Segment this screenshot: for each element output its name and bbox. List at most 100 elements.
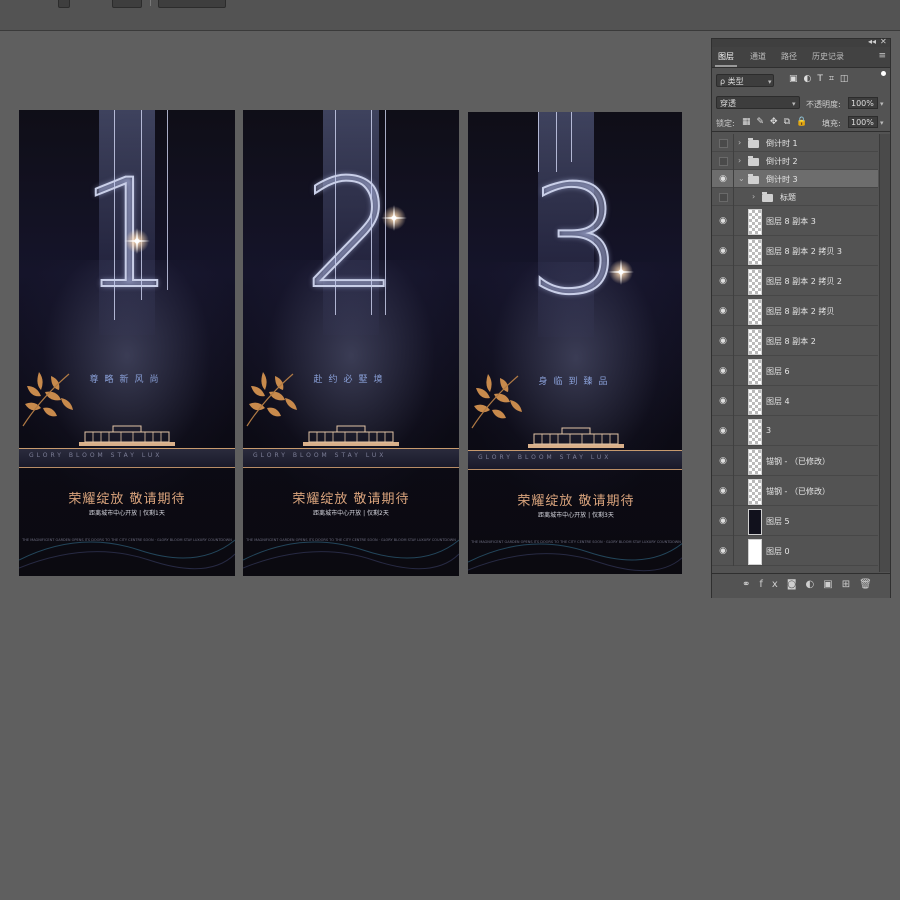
eye-icon[interactable]: ◉ [718, 546, 728, 556]
layer-thumbnail [748, 299, 762, 325]
layer-row[interactable]: ◉ 图层 0 [712, 536, 878, 566]
divider [733, 134, 734, 152]
layer-thumbnail [748, 539, 762, 565]
divider [733, 266, 734, 296]
layer-list: › 倒计时 1 › 倒计时 2 ◉ ⌄ 倒计时 3 › 标题 ◉ 图层 8 副本 3 ◉ 图层 8 副本… [712, 134, 878, 572]
folder-icon [748, 174, 759, 184]
tab-paths[interactable]: 路径 [781, 51, 797, 62]
sparkle [381, 205, 407, 231]
chevron-down-icon: ▾ [768, 78, 772, 86]
layer-group-row[interactable]: › 倒计时 1 [712, 134, 878, 152]
lock-icons[interactable]: ▦✎✥⧉🔒 [742, 117, 813, 127]
layer-name: 图层 8 副本 2 拷贝 3 [766, 247, 842, 256]
eye-icon[interactable]: ◉ [718, 276, 728, 286]
layer-row[interactable]: ◉ 图层 8 副本 2 拷贝 2 [712, 266, 878, 296]
tab-history[interactable]: 历史记录 [812, 51, 844, 62]
eye-icon[interactable]: ◉ [718, 366, 728, 376]
chevron-right-icon[interactable]: › [738, 156, 741, 165]
options-control[interactable] [58, 0, 70, 8]
eye-icon[interactable]: ◉ [718, 456, 728, 466]
layer-list-scrollbar[interactable] [879, 134, 890, 572]
layer-row[interactable]: ◉ 锚钢 - （已修改） [712, 476, 878, 506]
panel-footer: ⚭fx◙◐▣⊞🗑 [712, 573, 890, 598]
eye-icon[interactable]: ◉ [718, 246, 728, 256]
collapse-icon[interactable]: ◂◂ [868, 37, 876, 46]
poster-band: GLORY BLOOM STAY LUX [468, 450, 682, 470]
blend-mode-select[interactable]: 穿透 [716, 96, 800, 109]
opacity-input[interactable]: 100% [848, 97, 878, 109]
layer-row[interactable]: ◉ 图层 8 副本 2 拷贝 [712, 296, 878, 326]
visibility-toggle[interactable] [719, 139, 728, 148]
layer-row[interactable]: ◉ 图层 6 [712, 356, 878, 386]
active-tab-indicator [715, 65, 737, 67]
visibility-toggle[interactable] [719, 157, 728, 166]
filter-icons[interactable]: ▣◐T⌗◫ [789, 74, 854, 84]
layer-thumbnail [748, 419, 762, 445]
layer-thumbnail [748, 239, 762, 265]
layer-row[interactable]: ◉ 图层 8 副本 2 拷贝 3 [712, 236, 878, 266]
layer-name: 图层 0 [766, 547, 790, 556]
layer-row[interactable]: ◉ 图层 8 副本 2 [712, 326, 878, 356]
layer-name: 图层 8 副本 3 [766, 217, 816, 226]
folder-icon [762, 192, 773, 202]
close-icon[interactable]: ✕ [880, 37, 887, 46]
layer-name: 图层 8 副本 2 拷贝 2 [766, 277, 842, 286]
layer-row[interactable]: ◉ 图层 5 [712, 506, 878, 536]
layer-row[interactable]: ◉ 图层 8 副本 3 [712, 206, 878, 236]
layer-row[interactable]: ◉ 图层 4 [712, 386, 878, 416]
divider [733, 416, 734, 446]
sparkle [124, 228, 150, 254]
poster-subline: 距离城市中心开放 | 仅剩3天 [538, 512, 614, 519]
poster-headline: 荣耀绽放 敬请期待 [517, 494, 635, 509]
options-dropdown[interactable] [158, 0, 226, 8]
eye-icon[interactable]: ◉ [718, 216, 728, 226]
chevron-down-icon[interactable]: ▾ [880, 100, 884, 108]
poster-headline: 荣耀绽放 敬请期待 [68, 492, 186, 507]
eye-icon[interactable]: ◉ [718, 306, 728, 316]
fill-input[interactable]: 100% [848, 116, 878, 128]
sparkle [608, 259, 634, 285]
layer-group-row[interactable]: ◉ ⌄ 倒计时 3 [712, 170, 878, 188]
poster-tagline: 身临到臻品 [538, 377, 614, 387]
eye-icon[interactable]: ◉ [718, 516, 728, 526]
panel-menu-icon[interactable]: ≡ [878, 51, 886, 61]
layer-thumbnail [748, 209, 762, 235]
building-illustration [79, 425, 175, 446]
options-bar [0, 0, 900, 31]
poster-2: 2 赴约必墅境 GLORY BLOOM STAY LUX 荣耀绽放 敬请期待 距离城市中… [243, 110, 459, 576]
eye-icon[interactable]: ◉ [718, 426, 728, 436]
layer-row[interactable]: ◉ 锚钢 - （已修改） [712, 446, 878, 476]
poster-band: GLORY BLOOM STAY LUX [243, 448, 459, 468]
layer-row[interactable]: ◉ 3 [712, 416, 878, 446]
chevron-right-icon[interactable]: › [752, 192, 755, 201]
eye-icon[interactable]: ◉ [718, 486, 728, 496]
tab-channels[interactable]: 通道 [750, 51, 766, 62]
divider [150, 0, 151, 6]
layer-name: 3 [766, 426, 772, 435]
divider [733, 446, 734, 476]
divider [733, 356, 734, 386]
divider [733, 476, 734, 506]
eye-icon[interactable]: ◉ [718, 174, 728, 184]
tab-layers[interactable]: 图层 [718, 51, 734, 62]
layer-group-row[interactable]: › 倒计时 2 [712, 152, 878, 170]
filter-toggle[interactable] [881, 71, 886, 76]
filter-type-select[interactable]: ρ 类型 [716, 74, 774, 87]
visibility-toggle[interactable] [719, 193, 728, 202]
band-text: GLORY BLOOM STAY LUX [253, 452, 387, 459]
divider [733, 386, 734, 416]
eye-icon[interactable]: ◉ [718, 336, 728, 346]
chevron-down-icon[interactable]: ▾ [880, 119, 884, 127]
layer-name: 锚钢 - （已修改） [766, 457, 830, 466]
footer-icons[interactable]: ⚭fx◙◐▣⊞🗑 [742, 579, 881, 590]
options-control[interactable] [112, 0, 142, 8]
folder-icon [748, 156, 759, 166]
lock-row: 锁定: ▦✎✥⧉🔒 填充: 100% ▾ [712, 113, 890, 132]
poster-band: GLORY BLOOM STAY LUX [19, 448, 235, 468]
layer-group-row[interactable]: › 标题 [712, 188, 878, 206]
chevron-right-icon[interactable]: › [738, 138, 741, 147]
layer-thumbnail [748, 269, 762, 295]
eye-icon[interactable]: ◉ [718, 396, 728, 406]
divider [733, 188, 734, 206]
chevron-down-icon[interactable]: ⌄ [738, 174, 745, 183]
